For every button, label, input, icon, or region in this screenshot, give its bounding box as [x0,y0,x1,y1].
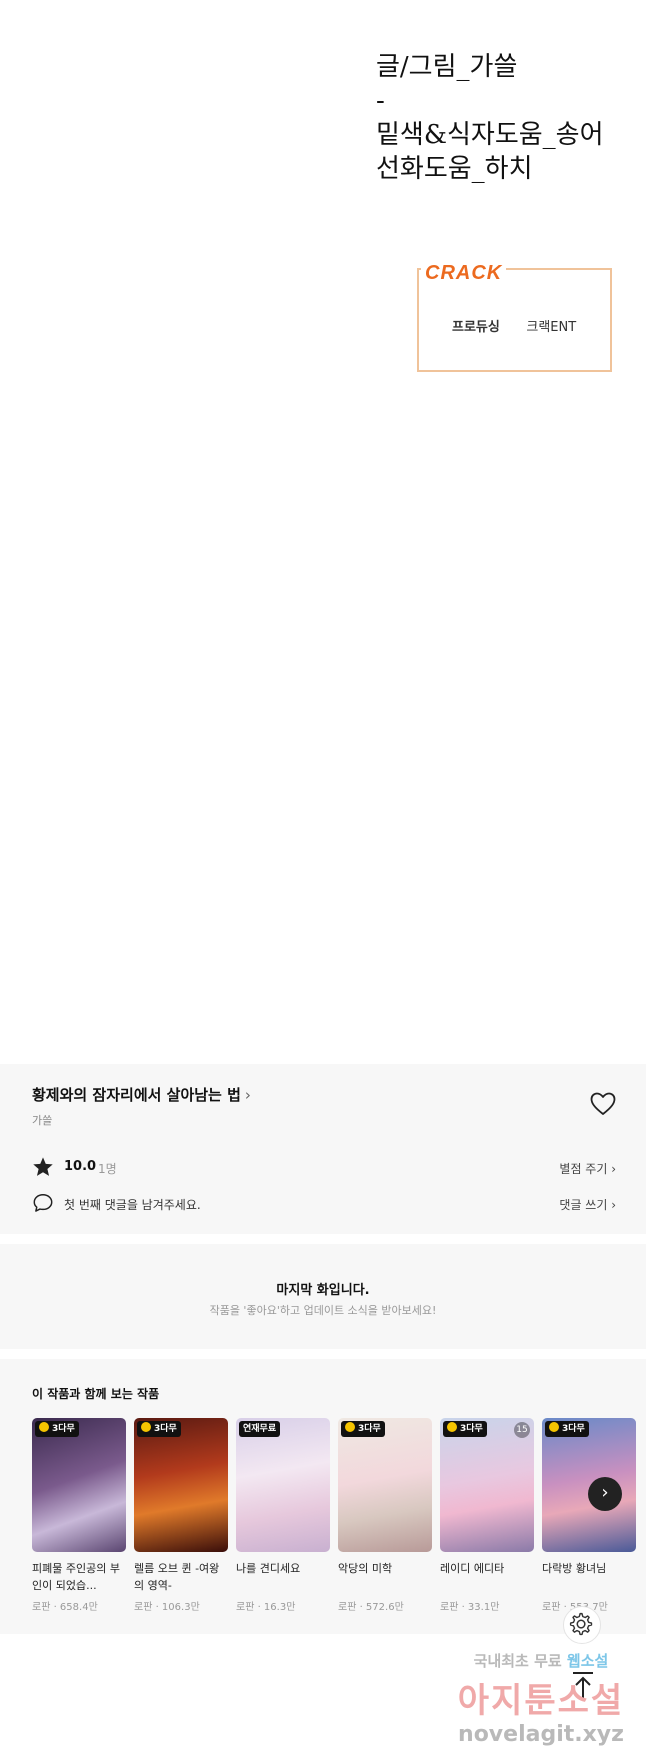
free-badge: 3다무 [443,1421,487,1437]
cover-image[interactable]: 연재무료 [236,1418,330,1552]
cover-image[interactable]: 3다무 [134,1418,228,1552]
last-episode-notice: 마지막 화입니다. 작품을 '좋아요'하고 업데이트 소식을 받아보세요! [0,1244,646,1349]
comment-icon [33,1194,53,1212]
card-meta: 로판 · 572.6만 [338,1602,404,1613]
free-badge: 3다무 [137,1421,181,1437]
card-title[interactable]: 다락방 황녀님 [542,1560,636,1594]
last-episode-subtitle: 작품을 '좋아요'하고 업데이트 소식을 받아보세요! [209,1304,437,1317]
recommendation-card[interactable]: 3다무 렐름 오브 퀸 -여왕의 영역- 로판 · 106.3만 [134,1418,228,1613]
recommendation-card[interactable]: 연재무료 나를 견디세요 로판 · 16.3만 [236,1418,330,1613]
credit-line-lineart: 선화도움_하치 [376,154,533,184]
cover-image[interactable]: 3다무 [32,1418,126,1552]
recommendation-card[interactable]: 3다무 15 레이디 에디타 로판 · 33.1만 [440,1418,534,1613]
card-title[interactable]: 피폐물 주인공의 부인이 되었습... [32,1560,126,1594]
card-meta: 로판 · 33.1만 [440,1602,500,1613]
card-title[interactable]: 레이디 에디타 [440,1560,534,1594]
comment-row: 첫 번째 댓글을 남겨주세요. 댓글 쓰기 › [32,1192,616,1216]
card-title[interactable]: 나를 견디세요 [236,1560,330,1594]
card-title[interactable]: 렐름 오브 퀸 -여왕의 영역- [134,1560,228,1594]
work-title-link[interactable]: 황제와의 잠자리에서 살아남는 법 › [32,1084,251,1105]
recommendations-section: 이 작품과 함께 보는 작품 3다무 피폐물 주인공의 부인이 되었습... 로… [0,1359,646,1634]
site-watermark: 국내최초 무료 웹소설 아지툰소설 novelagit.xyz [436,1650,646,1747]
work-author[interactable]: 가쓸 [32,1112,52,1128]
clock-icon [345,1422,355,1432]
star-icon [33,1157,53,1176]
credit-line-divider: - [376,86,385,116]
card-meta: 로판 · 658.4만 [32,1602,98,1613]
clock-icon [447,1422,457,1432]
work-title: 황제와의 잠자리에서 살아남는 법 [32,1086,241,1104]
age-rating-badge: 15 [514,1422,530,1438]
last-episode-title: 마지막 화입니다. [276,1283,370,1298]
free-badge: 3다무 [341,1421,385,1437]
recommendation-card[interactable]: 3다무 다락방 황녀님 로판 · 553.7만 [542,1418,636,1613]
watermark-domain: novelagit.xyz [458,1722,624,1747]
credit-line-coloring: 밑색&식자도움_송어 [376,120,604,150]
free-badge: 3다무 [35,1421,79,1437]
watermark-brand: 아지툰소설 [457,1681,625,1721]
cover-image[interactable]: 3다무 15 [440,1418,534,1552]
comment-prompt[interactable]: 첫 번째 댓글을 남겨주세요. [64,1196,201,1213]
settings-button[interactable] [563,1606,601,1644]
chevron-right-icon: › [601,1482,609,1503]
write-comment-button[interactable]: 댓글 쓰기 › [559,1196,616,1213]
rating-row: 10.0 1명 별점 주기 › [32,1156,616,1180]
recommendation-card[interactable]: 3다무 피폐물 주인공의 부인이 되었습... 로판 · 658.4만 [32,1418,126,1613]
recommendations-heading: 이 작품과 함께 보는 작품 [32,1387,160,1401]
watermark-tagline: 국내최초 무료 웹소설 [473,1652,609,1670]
clock-icon [141,1422,151,1432]
gear-icon [569,1612,593,1636]
card-meta: 로판 · 106.3만 [134,1602,200,1613]
crack-logo: CRACK [421,262,507,285]
rating-score: 10.0 [64,1159,97,1174]
cover-image[interactable]: 3다무 [338,1418,432,1552]
card-meta: 로판 · 16.3만 [236,1602,296,1613]
rate-button[interactable]: 별점 주기 › [559,1160,616,1177]
rating-votes: 1명 [98,1162,117,1176]
clock-icon [39,1422,49,1432]
producing-label: 프로듀싱 [452,320,500,335]
producer-card: CRACK 프로듀싱 크랙ENT [417,262,612,372]
clock-icon [549,1422,559,1432]
free-badge: 3다무 [545,1421,589,1437]
producer-name: 크랙ENT [526,320,577,335]
credit-line-writer: 글/그림_가쓸 [376,52,518,82]
heart-icon[interactable] [590,1092,616,1116]
work-info-panel: 황제와의 잠자리에서 살아남는 법 › 가쓸 10.0 1명 별점 주기 › 첫 … [0,1064,646,1234]
episode-credits: 글/그림_가쓸 - 밑색&식자도움_송어 선화도움_하치 [376,50,636,186]
producer-row: 프로듀싱 크랙ENT [452,316,576,335]
chevron-right-icon: › [244,1086,251,1104]
free-badge: 연재무료 [239,1421,281,1437]
card-title[interactable]: 악당의 미학 [338,1560,432,1594]
carousel-next-button[interactable]: › [588,1477,622,1511]
recommendation-card[interactable]: 3다무 악당의 미학 로판 · 572.6만 [338,1418,432,1613]
